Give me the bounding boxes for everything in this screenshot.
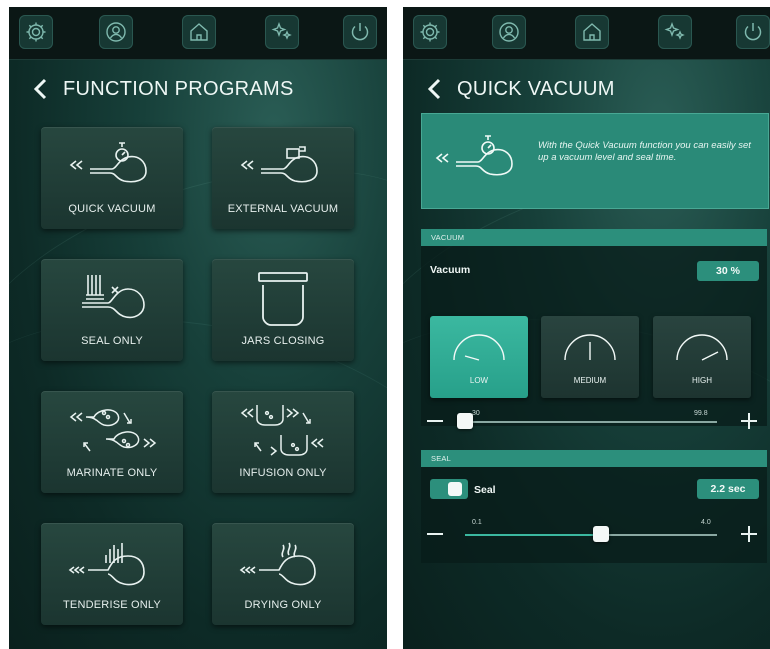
seal-increase-button[interactable] — [741, 526, 757, 542]
program-label: TENDERISE ONLY — [63, 599, 161, 611]
sparkle-icon[interactable] — [265, 15, 299, 49]
seal-toggle[interactable] — [430, 479, 468, 499]
infusion-icon — [240, 405, 324, 456]
preset-label: LOW — [469, 376, 489, 385]
quick-vacuum-screen: QUICK VACUUM With the Quick Vacuum funct… — [403, 7, 770, 649]
back-chevron-icon[interactable] — [415, 69, 455, 109]
seal-section-body: Seal 2.2 sec 0.1 4.0 — [421, 467, 767, 563]
program-tile-jars-closing[interactable]: JARS CLOSING — [212, 259, 354, 361]
vacuum-min-label: 30 — [472, 410, 480, 417]
power-icon[interactable] — [736, 15, 770, 49]
page-header: FUNCTION PROGRAMS — [9, 69, 387, 109]
preset-label: MEDIUM — [573, 376, 607, 385]
preset-medium-button[interactable]: MEDIUM — [541, 316, 639, 398]
back-chevron-icon[interactable] — [21, 69, 61, 109]
toggle-knob — [448, 482, 462, 496]
home-icon[interactable] — [575, 15, 609, 49]
settings-gear-icon[interactable] — [19, 15, 53, 49]
seal-only-icon — [82, 275, 145, 319]
settings-gear-icon[interactable] — [413, 15, 447, 49]
vacuum-slider-knob[interactable] — [457, 413, 473, 429]
function-programs-screen: FUNCTION PROGRAMS QUICK VACUUM EXTERNAL … — [9, 7, 387, 649]
quick-vacuum-icon — [435, 135, 513, 176]
preset-high-button[interactable]: HIGH — [653, 316, 751, 398]
program-label: QUICK VACUUM — [68, 203, 156, 215]
vacuum-max-label: 99.8 — [694, 410, 708, 417]
vacuum-label: Vacuum — [430, 264, 471, 276]
seal-slider-knob[interactable] — [592, 526, 609, 542]
top-toolbar — [403, 7, 770, 60]
section-header: SEAL — [421, 450, 767, 467]
gauge-medium-icon — [564, 334, 616, 361]
program-label: EXTERNAL VACUUM — [227, 203, 339, 215]
page-header: QUICK VACUUM — [403, 69, 770, 109]
seal-decrease-button[interactable] — [427, 533, 443, 535]
program-tile-seal-only[interactable]: SEAL ONLY — [41, 259, 183, 361]
tenderise-icon — [68, 543, 145, 586]
program-label: JARS CLOSING — [241, 335, 325, 347]
info-text: With the Quick Vacuum function you can e… — [538, 140, 751, 163]
vacuum-section-body: Vacuum 30 % LOW MEDIUM HIGH 30 99.8 — [421, 246, 767, 429]
seal-label: Seal — [474, 484, 496, 496]
vacuum-slider-track[interactable] — [465, 421, 717, 423]
page-title: FUNCTION PROGRAMS — [63, 77, 294, 100]
program-label: MARINATE ONLY — [66, 467, 158, 479]
vacuum-section: VACUUM Vacuum 30 % LOW MEDIUM HIGH 30 99… — [421, 229, 767, 429]
vacuum-increase-button[interactable] — [741, 413, 757, 429]
gauge-low-icon — [453, 334, 505, 361]
seal-slider-fill — [465, 534, 601, 536]
program-tile-drying-only[interactable]: DRYING ONLY — [212, 523, 354, 625]
seal-min-label: 0.1 — [472, 519, 482, 526]
vacuum-value-badge: 30 % — [697, 261, 759, 281]
quick-vacuum-icon — [69, 142, 147, 183]
program-tile-quick-vacuum[interactable]: QUICK VACUUM — [41, 127, 183, 229]
gauge-high-icon — [676, 334, 728, 361]
preset-low-button[interactable]: LOW — [430, 316, 528, 398]
sparkle-icon[interactable] — [658, 15, 692, 49]
power-icon[interactable] — [343, 15, 377, 49]
marinate-icon — [69, 409, 157, 452]
external-vacuum-icon — [240, 146, 318, 183]
program-tile-external-vacuum[interactable]: EXTERNAL VACUUM — [212, 127, 354, 229]
page-title: QUICK VACUUM — [457, 77, 615, 100]
program-tile-marinate-only[interactable]: MARINATE ONLY — [41, 391, 183, 493]
program-label: SEAL ONLY — [81, 335, 143, 347]
section-header: VACUUM — [421, 229, 767, 246]
user-profile-icon[interactable] — [492, 15, 526, 49]
seal-max-label: 4.0 — [701, 519, 711, 526]
drying-icon — [239, 542, 316, 586]
program-tile-tenderise-only[interactable]: TENDERISE ONLY — [41, 523, 183, 625]
seal-section: SEAL Seal 2.2 sec 0.1 4.0 — [421, 450, 767, 563]
vacuum-decrease-button[interactable] — [427, 420, 443, 422]
seal-value-badge: 2.2 sec — [697, 479, 759, 499]
user-profile-icon[interactable] — [99, 15, 133, 49]
preset-label: HIGH — [692, 376, 712, 385]
jar-icon — [258, 272, 308, 326]
home-icon[interactable] — [182, 15, 216, 49]
program-label: DRYING ONLY — [244, 599, 322, 611]
program-label: INFUSION ONLY — [239, 467, 327, 479]
program-tile-infusion-only[interactable]: INFUSION ONLY — [212, 391, 354, 493]
info-banner: With the Quick Vacuum function you can e… — [421, 113, 769, 209]
top-toolbar — [9, 7, 387, 60]
